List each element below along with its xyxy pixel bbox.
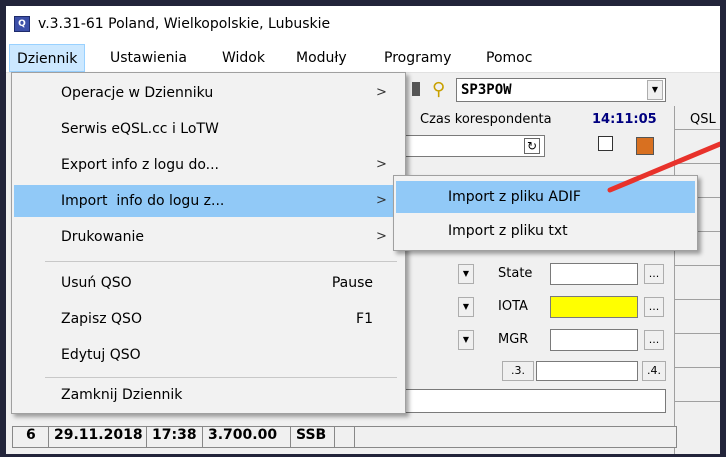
menu-item-zapisz-qso[interactable]: Zapisz QSO F1 (14, 303, 403, 335)
menu-item-label: Import info do logu z... (61, 193, 225, 209)
grid-line (674, 367, 720, 368)
log-time: 17:38 (152, 427, 197, 443)
menu-item-shortcut: Pause (331, 275, 373, 291)
table-row[interactable]: 6 29.11.2018 17:38 3.700.00 SSB (12, 426, 688, 448)
menu-item-usun-qso[interactable]: Usuń QSO Pause (14, 267, 403, 299)
czas-value: 14:11:05 (592, 112, 657, 127)
menu-dziennik[interactable]: Dziennik (9, 44, 86, 72)
col-divider (146, 426, 147, 448)
grid-line (674, 129, 720, 130)
menu-pomoc[interactable]: Pomoc (486, 50, 532, 66)
chevron-down-icon[interactable]: ▼ (458, 330, 474, 350)
menu-separator (45, 261, 397, 262)
grid-line (674, 265, 720, 266)
text-field[interactable]: ↻ (401, 135, 545, 157)
col-divider (48, 426, 49, 448)
col-divider (202, 426, 203, 448)
log-date: 29.11.2018 (54, 427, 143, 443)
callsign-value: SP3POW (461, 82, 512, 98)
chevron-right-icon: > (376, 193, 387, 208)
submenu-item-label: Import z pliku txt (448, 223, 568, 239)
menu-item-label: Export info z logu do... (61, 157, 220, 173)
menu-item-edytuj-qso[interactable]: Edytuj QSO (14, 339, 403, 371)
czas-label: Czas korespondenta (420, 112, 552, 127)
chevron-down-icon[interactable]: ▼ (458, 264, 474, 284)
text-field[interactable] (536, 361, 638, 381)
title-bar: Q v.3.31-61 Poland, Wielkopolskie, Lubus… (6, 6, 720, 44)
grid-line (674, 333, 720, 334)
pointer-arrow-icon (607, 141, 720, 193)
menu-item-label: Zapisz QSO (61, 311, 142, 327)
mgr-more-button[interactable]: ... (644, 330, 664, 350)
col-divider (334, 426, 335, 448)
chevron-right-icon: > (376, 157, 387, 172)
antenna-icon[interactable]: ⚲ (432, 79, 445, 100)
menu-item-label: Edytuj QSO (61, 347, 141, 363)
callsign-select[interactable]: SP3POW ▼ (456, 78, 666, 102)
refresh-icon[interactable]: ↻ (524, 138, 540, 154)
text-field[interactable] (401, 389, 666, 413)
menu-separator (45, 377, 397, 378)
grid-line (674, 401, 720, 402)
window-title: v.3.31-61 Poland, Wielkopolskie, Lubuski… (38, 16, 331, 32)
menu-bar: Dziennik Ustawienia Widok Moduły Program… (6, 44, 720, 73)
mgr-field[interactable] (550, 329, 638, 351)
state-field[interactable] (550, 263, 638, 285)
col-divider (290, 426, 291, 448)
qsl-header: QSL (690, 112, 716, 127)
menu-item-label: Usuń QSO (61, 275, 132, 291)
grid-line (674, 299, 720, 300)
chevron-right-icon: > (376, 85, 387, 100)
log-nr: 6 (26, 427, 36, 443)
menu-item-operacje[interactable]: Operacje w Dzienniku > (14, 77, 403, 109)
menu-item-drukowanie[interactable]: Drukowanie > (14, 221, 403, 253)
submenu-item-label: Import z pliku ADIF (448, 189, 581, 205)
iota-more-button[interactable]: ... (644, 297, 664, 317)
menu-item-export[interactable]: Export info z logu do... > (14, 149, 403, 181)
chevron-right-icon: > (376, 229, 387, 244)
menu-item-label: Drukowanie (61, 229, 144, 245)
chevron-down-icon[interactable]: ▼ (458, 297, 474, 317)
menu-moduly[interactable]: Moduły (296, 50, 347, 66)
col-divider (354, 426, 355, 448)
menu-item-serwis[interactable]: Serwis eQSL.cc i LoTW (14, 113, 403, 145)
menu-item-shortcut: F1 (356, 311, 373, 327)
button-4[interactable]: .4. (642, 361, 666, 381)
app-window: Q v.3.31-61 Poland, Wielkopolskie, Lubus… (6, 6, 720, 454)
state-more-button[interactable]: ... (644, 264, 664, 284)
menu-item-label: Operacje w Dzienniku (61, 85, 214, 101)
app-icon[interactable]: Q (14, 16, 30, 32)
toolbar-separator (412, 82, 420, 96)
menu-item-zamknij-dziennik[interactable]: Zamknij Dziennik (14, 379, 403, 411)
log-freq: 3.700.00 (208, 427, 278, 443)
button-3[interactable]: .3. (502, 361, 534, 381)
menu-widok[interactable]: Widok (222, 50, 265, 66)
log-mode: SSB (296, 427, 327, 443)
chevron-down-icon[interactable]: ▼ (647, 80, 663, 100)
iota-label: IOTA (498, 299, 528, 314)
dziennik-menu: Operacje w Dzienniku > Serwis eQSL.cc i … (11, 72, 406, 414)
menu-programy[interactable]: Programy (384, 50, 451, 66)
mgr-label: MGR (498, 332, 529, 347)
iota-field[interactable] (550, 296, 638, 318)
menu-item-label: Serwis eQSL.cc i LoTW (61, 121, 219, 137)
menu-ustawienia[interactable]: Ustawienia (110, 50, 187, 66)
submenu-item-import-txt[interactable]: Import z pliku txt (396, 215, 695, 247)
menu-item-import[interactable]: Import info do logu z... > (14, 185, 403, 217)
menu-item-label: Zamknij Dziennik (61, 387, 183, 403)
state-label: State (498, 266, 533, 281)
